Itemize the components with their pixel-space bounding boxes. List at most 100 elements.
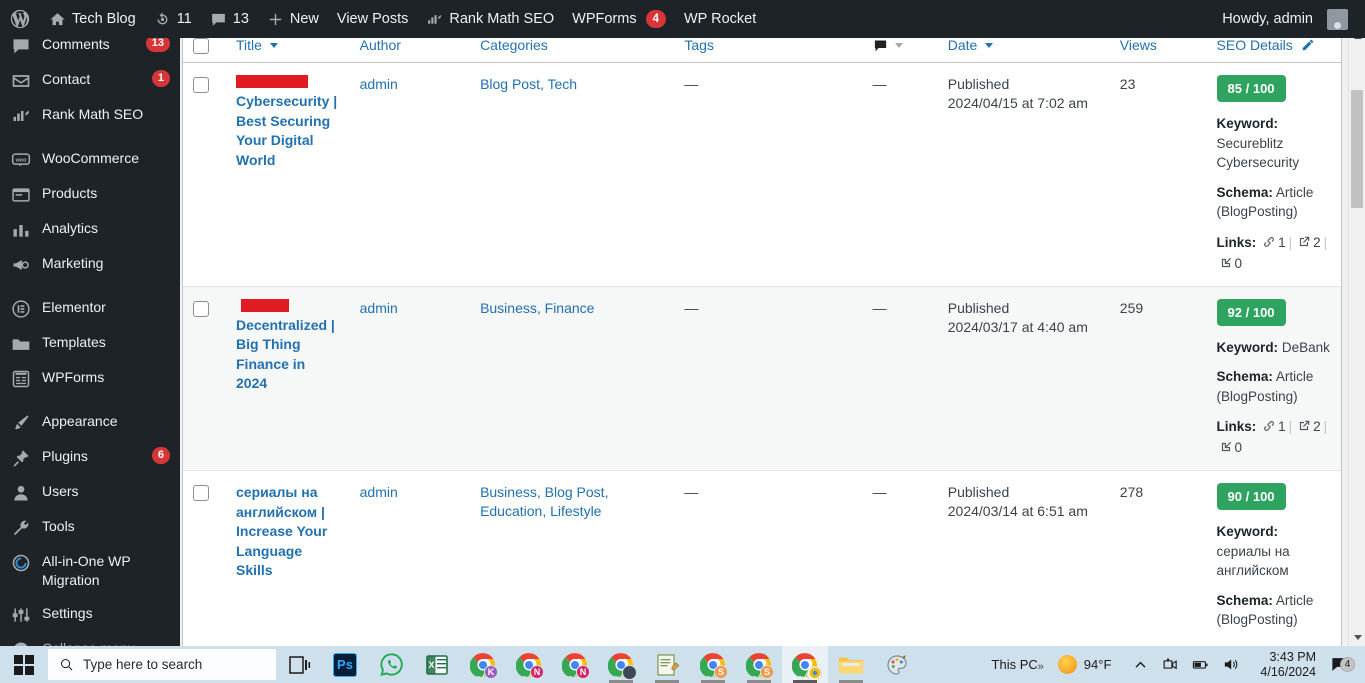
sidebar-item-label: Tools [42, 518, 75, 534]
taskbar-app-chrome[interactable]: N [552, 646, 598, 683]
row-checkbox[interactable] [193, 300, 209, 317]
sidebar-item-users[interactable]: Users [0, 475, 180, 510]
external-link-icon [1300, 236, 1310, 246]
post-title-link[interactable]: Cybersecurity | Best Securing Your Digit… [236, 92, 340, 170]
categories-links[interactable]: Business, Finance [480, 300, 594, 316]
wpforms-menu[interactable]: WPForms 4 [563, 0, 675, 38]
taskbar-app-photoshop[interactable]: Ps [322, 646, 368, 683]
temperature-label: 94°F [1083, 657, 1112, 672]
seo-score-badge: 85 / 100 [1216, 75, 1286, 102]
taskbar-app-chrome[interactable] [782, 646, 828, 683]
sidebar-item-appearance[interactable]: Appearance [0, 405, 180, 440]
chrome-icon [791, 652, 822, 681]
table-row[interactable]: Decentralized | Big Thing Finance in 202… [183, 286, 1341, 471]
site-title: Tech Blog [72, 11, 136, 27]
taskbar-search-input[interactable]: Type here to search [48, 649, 276, 680]
view-posts-menu[interactable]: View Posts [328, 0, 417, 38]
view-posts-label: View Posts [336, 11, 409, 27]
sidebar-item-elementor[interactable]: Elementor [0, 291, 180, 326]
redaction-bar [241, 298, 289, 312]
row-select-cell[interactable] [183, 470, 226, 646]
posts-table: Title Author Categories Tags Date Views … [183, 28, 1341, 646]
screen-root: Tech Blog 11 13 New View Posts Rank Math… [0, 0, 1365, 683]
comments-menu[interactable]: 13 [201, 0, 258, 38]
row-checkbox[interactable] [193, 77, 209, 93]
sidebar-item-label: Plugins [42, 448, 88, 464]
row-checkbox[interactable] [193, 485, 209, 501]
wp-rocket-menu[interactable]: WP Rocket [675, 0, 765, 38]
volume-icon[interactable] [1222, 656, 1239, 673]
author-link[interactable]: admin [360, 76, 398, 92]
header-categories-label: Categories [480, 37, 548, 53]
row-select-cell[interactable] [183, 62, 226, 287]
post-title-link[interactable]: сериалы на английском | Increase Your La… [236, 483, 340, 581]
chevron-expand-icon[interactable]: » [1038, 661, 1044, 673]
my-account-menu[interactable]: Howdy, admin [1213, 0, 1357, 38]
notification-center-button[interactable]: 4 [1326, 655, 1361, 674]
sidebar-item-contact[interactable]: Contact 1 [0, 63, 180, 98]
sidebar-item-all-in-one-wp-migration[interactable]: All-in-One WP Migration [0, 545, 180, 597]
taskbar-app-notepad[interactable] [644, 646, 690, 683]
site-name-menu[interactable]: Tech Blog [40, 0, 145, 38]
select-all-checkbox[interactable] [193, 38, 209, 54]
sidebar-item-marketing[interactable]: Marketing [0, 247, 180, 282]
categories-links[interactable]: Blog Post, Tech [480, 76, 577, 92]
battery-icon[interactable] [1192, 656, 1209, 673]
taskbar-app-chrome[interactable]: S [690, 646, 736, 683]
taskbar-app-chrome[interactable]: N [506, 646, 552, 683]
seo-schema: Schema: Article (BlogPosting) [1217, 591, 1331, 630]
taskbar-app-chrome[interactable] [598, 646, 644, 683]
author-link[interactable]: admin [360, 300, 398, 316]
wp-logo-menu[interactable] [0, 0, 40, 38]
rank-math-menu[interactable]: Rank Math SEO [417, 0, 563, 38]
author-link[interactable]: admin [360, 484, 398, 500]
start-button[interactable] [0, 646, 48, 683]
sidebar-item-analytics[interactable]: Analytics [0, 212, 180, 247]
analytics-icon [13, 225, 29, 237]
tray-clock[interactable]: 3:43 PM 4/16/2024 [1250, 650, 1326, 680]
scrollbar-thumb[interactable] [1351, 90, 1363, 208]
page-scrollbar[interactable] [1348, 28, 1365, 646]
comment-bubble-icon [874, 40, 886, 52]
sidebar-item-badge: 6 [151, 447, 170, 464]
sidebar-item-label: Products [42, 185, 98, 201]
plus-icon [269, 13, 282, 25]
taskbar-app-whatsapp[interactable] [368, 646, 414, 683]
scroll-down-button[interactable] [1349, 629, 1365, 646]
tray-weather-widget[interactable]: 94°F [1048, 655, 1122, 674]
windows-logo-icon [14, 654, 34, 675]
chevron-up-icon[interactable] [1132, 656, 1149, 673]
post-title-link[interactable]: Decentralized | Big Thing Finance in 202… [236, 316, 340, 394]
sidebar-item-templates[interactable]: Templates [0, 326, 180, 361]
taskbar-app-excel[interactable]: X [414, 646, 460, 683]
camera-icon[interactable] [1162, 656, 1179, 673]
categories-links[interactable]: Business, Blog Post, Education, Lifestyl… [480, 484, 608, 519]
cell-tags: — [674, 286, 863, 471]
chain-link-icon [1264, 421, 1275, 431]
seo-links-internal-count: 1 [1278, 419, 1286, 434]
chrome-profile-badge: S [714, 664, 728, 679]
chrome-icon: K [469, 652, 498, 679]
sidebar-item-settings[interactable]: Settings [0, 597, 180, 632]
taskbar-app-chrome[interactable]: S [736, 646, 782, 683]
new-content-menu[interactable]: New [258, 0, 328, 38]
table-row[interactable]: Cybersecurity | Best Securing Your Digit… [183, 62, 1341, 287]
tray-this-pc[interactable]: » This PC [982, 657, 1048, 673]
taskbar-app-task-view[interactable] [276, 646, 322, 683]
sidebar-item-rank-math-seo[interactable]: Rank Math SEO [0, 98, 180, 133]
internal-link-icon [1221, 441, 1231, 452]
sidebar-item-tools[interactable]: Tools [0, 510, 180, 545]
updates-menu[interactable]: 11 [145, 0, 201, 38]
sidebar-item-plugins[interactable]: Plugins 6 [0, 440, 180, 475]
sidebar-item-wpforms[interactable]: WPForms [0, 361, 180, 396]
taskbar-app-paint[interactable] [874, 646, 920, 683]
table-row[interactable]: сериалы на английском | Increase Your La… [183, 470, 1341, 646]
taskbar-app-file-explorer[interactable] [828, 646, 874, 683]
date-status: Published [947, 484, 1010, 500]
row-select-cell[interactable] [183, 286, 226, 471]
elementor-icon [12, 300, 30, 318]
pencil-edit-icon [1302, 39, 1313, 51]
taskbar-app-chrome[interactable]: K [460, 646, 506, 683]
sidebar-item-woocommerce[interactable]: woo WooCommerce [0, 142, 180, 177]
sidebar-item-products[interactable]: Products [0, 177, 180, 212]
